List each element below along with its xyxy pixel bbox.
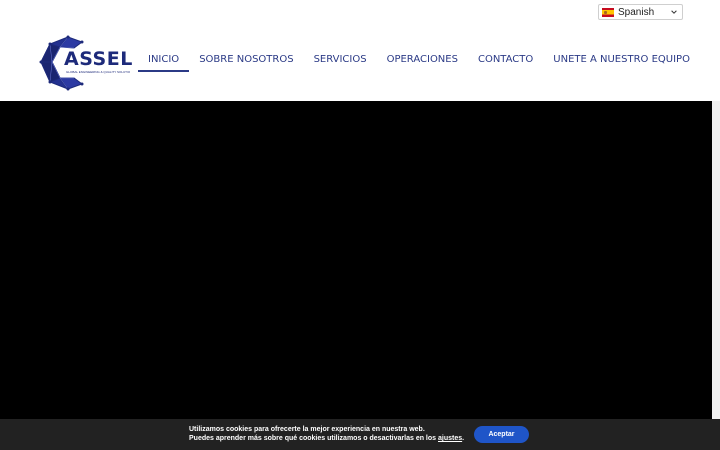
cookie-message-line2: Puedes aprender más sobre qué cookies ut… [189, 434, 464, 443]
cookie-message-line2-prefix: Puedes aprender más sobre qué cookies ut… [189, 435, 438, 442]
page-scrollbar[interactable] [712, 101, 720, 419]
language-selector-label: Spanish [618, 6, 655, 18]
company-logo[interactable]: ASSEL GLOBAL ENGINEERING & QUALITY SOLUT… [38, 34, 133, 92]
nav-item-servicios[interactable]: SERVICIOS [304, 52, 377, 70]
nav-item-operaciones[interactable]: OPERACIONES [377, 52, 468, 70]
logo-tagline: GLOBAL ENGINEERING & QUALITY SOLUTIONS [66, 70, 130, 74]
cookie-message: Utilizamos cookies para ofrecerte la mej… [189, 425, 464, 443]
page: Spanish ASSEL GLOBAL ENGINEERING & QUALI… [0, 0, 720, 450]
nav-item-unete[interactable]: UNETE A NUESTRO EQUIPO [543, 52, 700, 70]
accept-cookies-button[interactable]: Aceptar [474, 426, 529, 443]
chevron-down-icon [671, 10, 677, 14]
language-selector[interactable]: Spanish [598, 4, 683, 20]
hero-video-area[interactable] [0, 101, 712, 419]
cookie-consent-bar: Utilizamos cookies para ofrecerte la mej… [0, 419, 720, 450]
spain-flag-icon [602, 7, 614, 17]
nav-item-sobre-nosotros[interactable]: SOBRE NOSOTROS [189, 52, 303, 70]
cookie-message-line2-suffix: . [462, 435, 465, 442]
nav-item-contacto[interactable]: CONTACTO [468, 52, 543, 70]
cookie-message-line1: Utilizamos cookies para ofrecerte la mej… [189, 426, 425, 433]
cookie-settings-link[interactable]: ajustes [438, 435, 462, 442]
logo-wordmark: ASSEL [64, 48, 133, 70]
main-navigation: INICIO SOBRE NOSOTROS SERVICIOS OPERACIO… [138, 52, 700, 72]
nav-item-inicio[interactable]: INICIO [138, 52, 190, 72]
